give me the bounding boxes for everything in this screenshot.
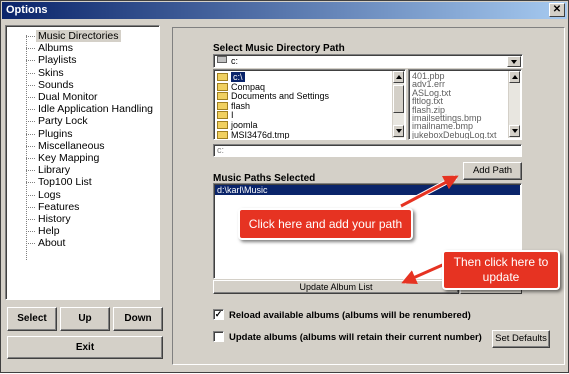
arrow-to-add-path	[400, 175, 459, 208]
annotation-arrows	[399, 174, 459, 285]
options-window: Options ✕ Music Directories Albums Playlis…	[0, 0, 569, 373]
arrow-to-update-album-list	[401, 261, 448, 285]
callout-add-path: Click here and add your path	[238, 208, 413, 240]
callout-update: Then click here to update	[442, 250, 560, 290]
